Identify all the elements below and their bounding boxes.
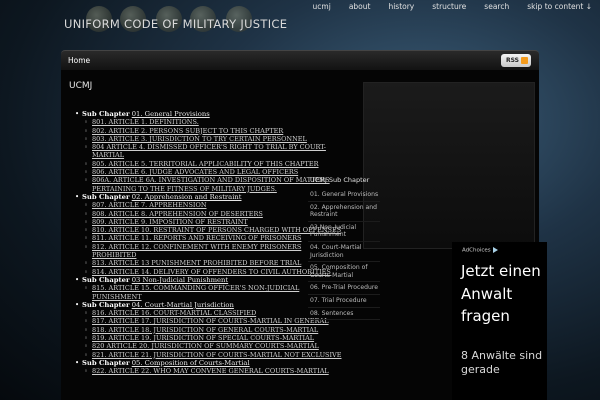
widget-item[interactable]: 02. Apprehension and Restraint: [308, 202, 380, 222]
rss-label: RSS: [506, 57, 519, 64]
rss-feed-icon: [521, 57, 528, 64]
home-link[interactable]: Home: [68, 56, 90, 65]
chapter-item: Sub Chapter 04. Court-Martial Jurisdicti…: [75, 300, 342, 359]
widget-item[interactable]: 04. Court-Martial Jurisdiction: [308, 242, 380, 263]
adchoices-icon: [492, 247, 499, 253]
chapter-prefix: Sub Chapter: [82, 110, 130, 118]
widget-list: 01. General Provisions 02. Apprehension a…: [308, 189, 380, 321]
site-header: UNIFORM CODE OF MILITARY JUSTICE ucmj ab…: [0, 0, 600, 48]
article-link[interactable]: 814. ARTICLE 14. DELIVERY OF OFFENDERS T…: [84, 268, 342, 277]
article-list: 807. ARTICLE 7. APPREHENSION808. ARTICLE…: [82, 201, 342, 276]
chapter-prefix: Sub Chapter: [82, 275, 130, 284]
rss-button[interactable]: RSS: [501, 54, 531, 67]
advertisement[interactable]: AdChoices Jetzt einen Anwalt fragen 8 An…: [452, 242, 547, 400]
widget-item[interactable]: 05. Composition of Courts-Martial: [308, 262, 380, 283]
top-nav-item-structure[interactable]: structure: [432, 2, 466, 11]
top-nav-item-skip-to-content[interactable]: skip to content ↓: [527, 2, 592, 11]
article-link[interactable]: 801. ARTICLE 1. DEFINITIONS.: [84, 118, 342, 127]
article-link[interactable]: 819. ARTICLE 19. JURISDICTION OF SPECIAL…: [84, 334, 342, 343]
top-nav-item-search[interactable]: search: [484, 2, 509, 11]
article-link[interactable]: 808. ARTICLE 8. APPREHENSION OF DESERTER…: [84, 210, 342, 219]
chapter-link[interactable]: 02. Apprehension and Restraint: [132, 193, 242, 201]
article-link[interactable]: 811. ARTICLE 11. REPORTS AND RECEIVING O…: [84, 234, 342, 243]
ad-subtext: 8 Anwälte sind gerade: [461, 349, 543, 376]
article-link[interactable]: 806a. ARTICLE 6a. INVESTIGATION AND DISP…: [84, 176, 342, 193]
article-link[interactable]: 802. ARTICLE 2. PERSONS SUBJECT TO THIS …: [84, 127, 342, 136]
adchoices-label[interactable]: AdChoices: [462, 247, 499, 254]
article-link[interactable]: 817. ARTICLE 17. JURISDICTION OF COURTS-…: [84, 317, 342, 326]
widget-item[interactable]: 06. Pre-Trial Procedure: [308, 282, 380, 295]
widget-item[interactable]: 03 Non-Judicial Punishment: [308, 222, 380, 242]
chapter-prefix: Sub Chapter: [82, 358, 130, 367]
article-link[interactable]: 806. ARTICLE 6. JUDGE ADVOCATES AND LEGA…: [84, 168, 342, 177]
article-link[interactable]: 807. ARTICLE 7. APPREHENSION: [84, 201, 342, 210]
article-link[interactable]: 804 ARTICLE 4. DISMISSED OFFICER'S RIGHT…: [84, 143, 342, 160]
chapter-list: Sub Chapter 01. General Provisions801. A…: [75, 110, 342, 376]
article-link[interactable]: 821. ARTICLE 21. JURISDICTION OF COURTS-…: [84, 351, 342, 360]
chapter-item: Sub Chapter 01. General Provisions801. A…: [75, 110, 342, 193]
article-list: 815. ARTICLE 15. COMMANDING OFFICER'S NO…: [82, 284, 342, 301]
nav-bar: Home RSS: [61, 50, 539, 71]
chapter-item: Sub Chapter 03 Non-Judicial Punishment81…: [75, 275, 342, 301]
article-link[interactable]: 812. ARTICLE 12. CONFINEMENT WITH ENEMY …: [84, 243, 342, 260]
article-link[interactable]: 818. ARTICLE 18. JURISDICTION OF GENERAL…: [84, 326, 342, 335]
chapter-prefix: Sub Chapter: [82, 192, 130, 201]
top-nav-item-about[interactable]: about: [349, 2, 371, 11]
adchoices-text: AdChoices: [462, 247, 491, 254]
article-link[interactable]: 805. ARTICLE 5. TERRITORIAL APPLICABILIT…: [84, 160, 342, 169]
chapter-link[interactable]: 05. Composition of Courts-Martial: [132, 359, 250, 367]
article-list: 816. ARTICLE 16. COURT-MARTIAL CLASSIFIE…: [82, 309, 342, 359]
ucmj-subchapter-widget: UCMJ Sub Chapter 01. General Provisions 0…: [308, 172, 380, 321]
page-title: UCMJ: [69, 81, 93, 91]
ad-headline[interactable]: Jetzt einen Anwalt fragen: [461, 260, 547, 328]
article-link[interactable]: 809. ARTICLE 9. IMPOSITION OF RESTRAINT: [84, 218, 342, 227]
chapter-link[interactable]: 01. General Provisions: [132, 110, 210, 118]
article-list: 801. ARTICLE 1. DEFINITIONS.802. ARTICLE…: [82, 118, 342, 193]
article-link[interactable]: 810. ARTICLE 10. RESTRAINT OF PERSONS CH…: [84, 226, 342, 235]
chapter-item: Sub Chapter 05. Composition of Courts-Ma…: [75, 358, 342, 376]
widget-title: UCMJ Sub Chapter: [310, 176, 370, 184]
article-link[interactable]: 822. ARTICLE 22. WHO MAY CONVENE GENERAL…: [84, 367, 342, 376]
chapter-link[interactable]: 04. Court-Martial Jurisdiction: [132, 301, 234, 309]
site-title[interactable]: UNIFORM CODE OF MILITARY JUSTICE: [64, 17, 287, 31]
widget-item[interactable]: 01. General Provisions: [308, 189, 380, 202]
top-nav-item-history[interactable]: history: [388, 2, 414, 11]
chapter-link[interactable]: 03 Non-Judicial Punishment: [132, 276, 228, 284]
widget-item[interactable]: 07. Trial Procedure: [308, 295, 380, 308]
featured-panel: [363, 82, 535, 249]
article-list: 822. ARTICLE 22. WHO MAY CONVENE GENERAL…: [82, 367, 342, 376]
widget-item[interactable]: 08. Sentences: [308, 308, 380, 321]
chapter-prefix: Sub Chapter: [82, 300, 130, 309]
top-nav: ucmj about history structure search skip…: [313, 2, 592, 11]
chapter-item: Sub Chapter 02. Apprehension and Restrai…: [75, 192, 342, 276]
top-nav-item-ucmj[interactable]: ucmj: [313, 2, 331, 11]
article-link[interactable]: 820 ARTICLE 20. JURISDICTION OF SUMMARY …: [84, 342, 342, 351]
article-link[interactable]: 813. ARTICLE 13 PUNISHMENT PROHIBITED BE…: [84, 259, 342, 268]
article-link[interactable]: 816. ARTICLE 16. COURT-MARTIAL CLASSIFIE…: [84, 309, 342, 318]
article-link[interactable]: 815. ARTICLE 15. COMMANDING OFFICER'S NO…: [84, 284, 342, 301]
article-link[interactable]: 803. ARTICLE 3. JURISDICTION TO TRY CERT…: [84, 135, 342, 144]
